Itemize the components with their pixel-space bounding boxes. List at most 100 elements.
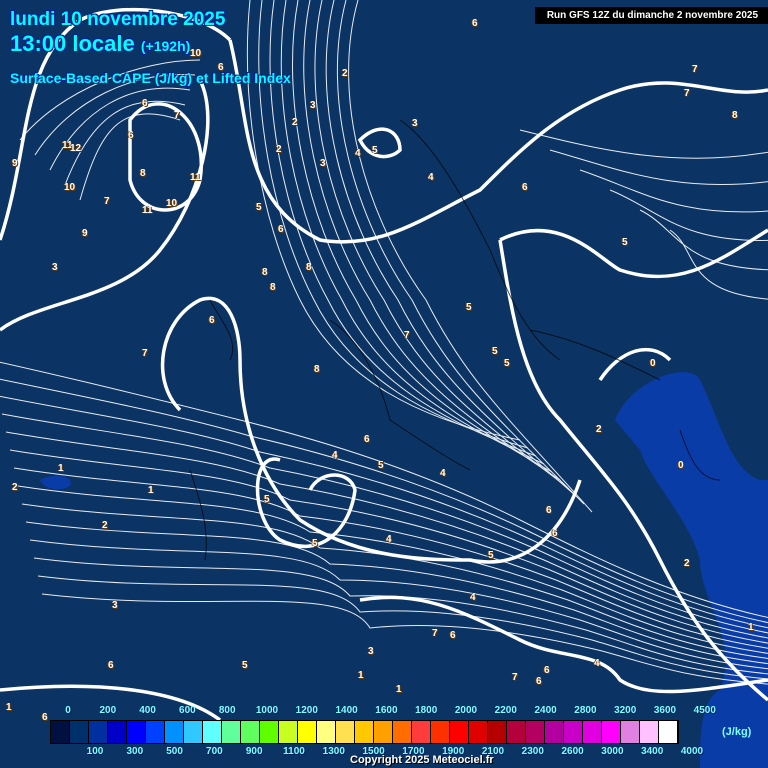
- li-contour-thin: [49, 87, 191, 171]
- colorbar-cell: [51, 721, 70, 743]
- li-contour-thin: [280, 0, 545, 465]
- colorbar-cell: [336, 721, 355, 743]
- colorbar-tick-top: 3200: [614, 705, 637, 716]
- colorbar-cell: [393, 721, 412, 743]
- li-label: 6: [278, 224, 284, 235]
- li-label: 1: [148, 485, 154, 496]
- li-label: 7: [404, 330, 410, 341]
- colorbar-tick-bottom: 1300: [322, 746, 345, 757]
- li-label: 7: [684, 88, 690, 99]
- coastline: [189, 469, 207, 561]
- map-canvas: [0, 0, 768, 768]
- colorbar-cell: [564, 721, 583, 743]
- colorbar-cell: [279, 721, 298, 743]
- li-label: 4: [594, 658, 600, 669]
- colorbar-cell: [108, 721, 127, 743]
- colorbar-tick-bottom: 300: [126, 746, 144, 757]
- li-label: 7: [142, 348, 148, 359]
- li-label: 7: [104, 196, 110, 207]
- li-label: 5: [622, 237, 628, 248]
- colorbar-cell: [184, 721, 203, 743]
- colorbar-tick-top: 600: [179, 705, 196, 716]
- li-label: 0: [678, 460, 684, 471]
- li-label: 7: [174, 110, 180, 121]
- li-label: 2: [292, 117, 298, 128]
- colorbar-cell: [260, 721, 279, 743]
- colorbar-cell: [526, 721, 545, 743]
- run-info: Run GFS 12Z du dimanche 2 novembre 2025: [534, 7, 768, 24]
- copyright: Copyright 2025 Meteociel.fr: [350, 754, 494, 766]
- li-label: 10: [166, 198, 178, 209]
- colorbar-cell: [70, 721, 89, 743]
- colorbar-tick-bottom: 1100: [283, 746, 305, 757]
- li-label: 3: [52, 262, 58, 273]
- colorbar-cell: [469, 721, 488, 743]
- colorbar-cell: [146, 721, 165, 743]
- colorbar-cell: [222, 721, 241, 743]
- colorbar-cell: [241, 721, 260, 743]
- li-label: 10: [190, 48, 202, 59]
- li-label: 3: [368, 646, 374, 657]
- colorbar-tick-top: 1600: [375, 705, 398, 716]
- colorbar-tick-bottom: 900: [245, 746, 263, 757]
- li-contours-thin: [0, 0, 768, 685]
- li-label: 2: [342, 68, 348, 79]
- forecast-time-local: 13:00 locale: [10, 31, 135, 56]
- li-contour-thin: [37, 575, 768, 680]
- li-contour-thin: [519, 129, 768, 159]
- colorbar-tick-top: 1000: [255, 705, 279, 716]
- cape-colorbar: [50, 720, 679, 744]
- li-contour-thin: [549, 149, 768, 186]
- colorbar-cell: [545, 721, 564, 743]
- colorbar-unit: (J/kg): [722, 726, 752, 738]
- li-label: 8: [314, 364, 320, 375]
- colorbar-tick-bottom: 2300: [521, 746, 544, 757]
- parameter-title: Surface-Based CAPE (J/kg) et Lifted Inde…: [10, 70, 291, 86]
- li-label: 11: [142, 205, 153, 216]
- li-label: 4: [440, 468, 446, 479]
- li-label: 8: [306, 262, 312, 273]
- li-label: 2: [596, 424, 602, 435]
- li-label: 5: [242, 660, 248, 671]
- li-label: 6: [536, 676, 542, 687]
- li-contour-thin: [33, 557, 768, 675]
- colorbar-cell: [317, 721, 336, 743]
- colorbar-tick-top: 2800: [574, 705, 597, 716]
- colorbar-cell: [640, 721, 659, 743]
- li-contour-thin: [579, 169, 768, 213]
- li-label: 1: [748, 622, 754, 633]
- colorbar-tick-bottom: 500: [166, 746, 183, 757]
- li-label: 6: [209, 315, 215, 326]
- forecast-date: lundi 10 novembre 2025: [10, 9, 226, 30]
- colorbar-cell: [488, 721, 507, 743]
- li-label: 2: [684, 558, 690, 569]
- li-label: 4: [470, 592, 476, 603]
- li-label: 1: [6, 702, 12, 713]
- colorbar-tick-top: 400: [139, 705, 156, 716]
- li-contour-thick: [499, 228, 768, 279]
- forecast-lead: (+192h): [140, 38, 191, 54]
- li-label: 6: [450, 630, 456, 641]
- li-contour-thin: [34, 73, 196, 156]
- colorbar-tick-bottom: 100: [86, 746, 104, 757]
- colorbar-cell: [659, 721, 678, 743]
- colorbar-tick-top: 4500: [693, 705, 716, 716]
- colorbar-tick-bottom: 3000: [601, 746, 624, 757]
- li-label: 5: [378, 460, 384, 471]
- colorbar-cell: [355, 721, 374, 743]
- colorbar-tick-top: 800: [218, 705, 236, 716]
- colorbar-cell: [583, 721, 602, 743]
- coastline: [329, 319, 471, 471]
- colorbar-cell: [412, 721, 431, 743]
- li-label: 6: [522, 182, 528, 193]
- colorbar-tick-top: 0: [65, 705, 71, 716]
- colorbar-tick-bottom: 700: [206, 746, 223, 757]
- li-label: 10: [64, 182, 76, 193]
- li-label: 6: [552, 528, 558, 539]
- colorbar-cell: [298, 721, 317, 743]
- li-contour-thin: [29, 539, 768, 670]
- cape-area-east: [615, 372, 768, 768]
- colorbar-tick-top: 1800: [415, 705, 438, 716]
- li-contour-thin: [336, 0, 585, 505]
- li-label: 4: [355, 148, 361, 159]
